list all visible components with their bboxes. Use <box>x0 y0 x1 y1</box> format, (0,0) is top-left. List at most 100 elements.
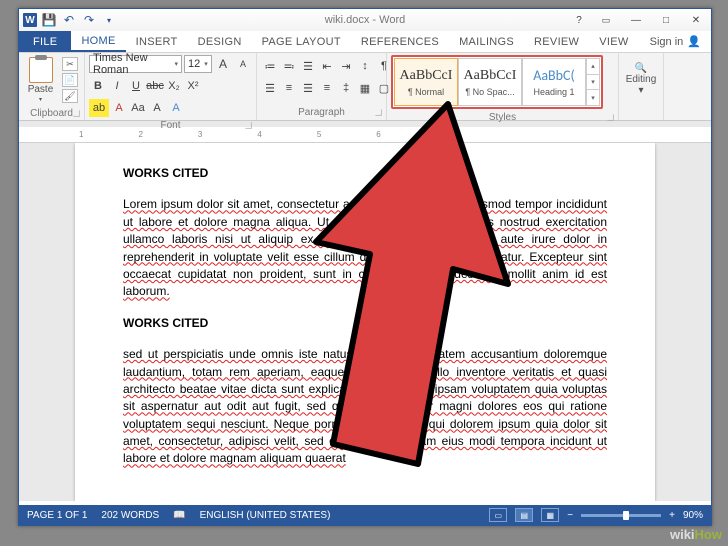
window-title: wiki.docx - Word <box>325 14 405 26</box>
tab-file[interactable]: FILE <box>19 31 71 52</box>
shrink-font-button[interactable]: A <box>234 55 252 73</box>
sort-button[interactable]: ↕ <box>356 57 374 75</box>
ribbon-collapse-button[interactable]: ▭ <box>591 9 621 31</box>
editing-dropdown[interactable]: 🔍Editing▾ <box>626 63 657 96</box>
heading-works-cited-2: WORKS CITED <box>123 315 607 332</box>
strikethrough-button[interactable]: abc <box>146 77 164 95</box>
change-case-button[interactable]: Aa <box>129 99 147 117</box>
style-heading-1[interactable]: AaBbC( Heading 1 <box>522 58 586 106</box>
proofing-icon[interactable]: 📖 <box>173 510 185 521</box>
close-button[interactable]: ✕ <box>681 9 711 31</box>
superscript-button[interactable]: X² <box>184 77 202 95</box>
status-page[interactable]: PAGE 1 OF 1 <box>27 510 87 521</box>
style-name: ¶ Normal <box>408 87 444 97</box>
shading-button[interactable]: ▦ <box>356 79 374 97</box>
titlebar: W 💾 ↶ ↷ ▾ wiki.docx - Word ? ▭ — □ ✕ <box>19 9 711 31</box>
tab-review[interactable]: REVIEW <box>524 31 589 52</box>
group-label-paragraph: Paragraph <box>257 106 386 120</box>
subscript-button[interactable]: X₂ <box>165 77 183 95</box>
line-spacing-button[interactable]: ‡ <box>337 79 355 97</box>
styles-gallery: AaBbCcI ¶ Normal AaBbCcI ¶ No Spac... Aa… <box>391 55 603 109</box>
tab-page-layout[interactable]: PAGE LAYOUT <box>252 31 351 52</box>
italic-button[interactable]: I <box>108 77 126 95</box>
scroll-up-icon[interactable]: ▴ <box>587 59 599 75</box>
zoom-in-button[interactable]: + <box>669 510 675 521</box>
zoom-slider[interactable] <box>581 514 661 517</box>
undo-icon[interactable]: ↶ <box>61 12 77 28</box>
qat-more-icon[interactable]: ▾ <box>101 12 117 28</box>
style-sample: AaBbCcI <box>464 68 517 84</box>
heading-works-cited-1: WORKS CITED <box>123 165 607 182</box>
save-icon[interactable]: 💾 <box>41 12 57 28</box>
style-name: ¶ No Spac... <box>465 87 514 97</box>
view-web-layout-button[interactable]: ▦ <box>541 508 559 522</box>
grow-font-button[interactable]: A <box>214 55 232 73</box>
decrease-indent-button[interactable]: ⇤ <box>318 57 336 75</box>
group-font: Times New Roman▾ 12▾ A A B I U abc X₂ X²… <box>85 53 257 120</box>
multilevel-button[interactable]: ☰ <box>299 57 317 75</box>
group-label-clipboard: Clipboard <box>19 107 84 121</box>
font-color-button[interactable]: A <box>110 99 128 117</box>
document-page[interactable]: WORKS CITED Lorem ipsum dolor sit amet, … <box>75 143 655 501</box>
format-painter-button[interactable]: 🖌 <box>62 89 78 103</box>
view-print-layout-button[interactable]: ▤ <box>515 508 533 522</box>
zoom-level[interactable]: 90% <box>683 510 703 521</box>
cut-button[interactable]: ✂ <box>62 57 78 71</box>
tab-mailings[interactable]: MAILINGS <box>449 31 524 52</box>
paste-label: Paste <box>28 84 54 95</box>
ribbon-tabs: FILE HOME INSERT DESIGN PAGE LAYOUT REFE… <box>19 31 711 53</box>
group-label-styles: Styles <box>387 111 618 125</box>
user-icon: 👤 <box>687 35 701 48</box>
clear-formatting-button[interactable]: A <box>148 99 166 117</box>
sign-in-link[interactable]: Sign in👤 <box>640 31 711 52</box>
paragraph-2: sed ut perspiciatis unde omnis iste natu… <box>123 346 607 468</box>
bold-button[interactable]: B <box>89 77 107 95</box>
style-normal[interactable]: AaBbCcI ¶ Normal <box>394 58 458 106</box>
redo-icon[interactable]: ↷ <box>81 12 97 28</box>
wikihow-watermark: wikiHow <box>670 527 722 542</box>
style-sample: AaBbCcI <box>400 68 453 84</box>
align-center-button[interactable]: ≡ <box>280 79 298 97</box>
style-sample: AaBbC( <box>533 67 575 84</box>
chevron-down-icon: ▾ <box>39 96 42 103</box>
tab-home[interactable]: HOME <box>71 31 125 52</box>
zoom-out-button[interactable]: − <box>567 510 573 521</box>
group-paragraph: ≔ ≕ ☰ ⇤ ⇥ ↕ ¶ ☰ ≡ ☰ ≡ ‡ ▦ ▢ Pa <box>257 53 387 120</box>
justify-button[interactable]: ≡ <box>318 79 336 97</box>
window-controls: ? ▭ — □ ✕ <box>567 9 711 31</box>
numbering-button[interactable]: ≕ <box>280 57 298 75</box>
status-word-count[interactable]: 202 WORDS <box>101 510 159 521</box>
tab-references[interactable]: REFERENCES <box>351 31 449 52</box>
highlight-button[interactable]: ab <box>89 99 109 117</box>
status-language[interactable]: ENGLISH (UNITED STATES) <box>200 510 331 521</box>
group-label-font: Font <box>85 119 256 133</box>
font-size-combo[interactable]: 12▾ <box>184 55 212 73</box>
font-family-combo[interactable]: Times New Roman▾ <box>89 55 182 73</box>
clipboard-icon <box>29 57 53 83</box>
group-clipboard: Paste ▾ ✂ 📄 🖌 Clipboard <box>19 53 85 120</box>
increase-indent-button[interactable]: ⇥ <box>337 57 355 75</box>
styles-gallery-more[interactable]: ▴ ▾ ▾ <box>586 58 600 106</box>
tab-insert[interactable]: INSERT <box>126 31 188 52</box>
minimize-button[interactable]: — <box>621 9 651 31</box>
app-window: W 💾 ↶ ↷ ▾ wiki.docx - Word ? ▭ — □ ✕ FIL… <box>18 8 712 526</box>
align-left-button[interactable]: ☰ <box>261 79 279 97</box>
quick-access-toolbar: W 💾 ↶ ↷ ▾ <box>19 12 117 28</box>
maximize-button[interactable]: □ <box>651 9 681 31</box>
help-button[interactable]: ? <box>567 9 591 31</box>
document-area[interactable]: WORKS CITED Lorem ipsum dolor sit amet, … <box>19 143 711 501</box>
word-app-icon: W <box>23 13 37 27</box>
bullets-button[interactable]: ≔ <box>261 57 279 75</box>
text-effects-button[interactable]: A <box>167 99 185 117</box>
align-right-button[interactable]: ☰ <box>299 79 317 97</box>
view-read-mode-button[interactable]: ▭ <box>489 508 507 522</box>
status-bar: PAGE 1 OF 1 202 WORDS 📖 ENGLISH (UNITED … <box>19 505 711 525</box>
paste-button[interactable]: Paste ▾ <box>23 55 58 105</box>
scroll-down-icon[interactable]: ▾ <box>587 75 599 91</box>
copy-button[interactable]: 📄 <box>62 73 78 87</box>
underline-button[interactable]: U <box>127 77 145 95</box>
tab-view[interactable]: VIEW <box>589 31 638 52</box>
expand-icon[interactable]: ▾ <box>587 90 599 105</box>
tab-design[interactable]: DESIGN <box>188 31 252 52</box>
style-no-spacing[interactable]: AaBbCcI ¶ No Spac... <box>458 58 522 106</box>
